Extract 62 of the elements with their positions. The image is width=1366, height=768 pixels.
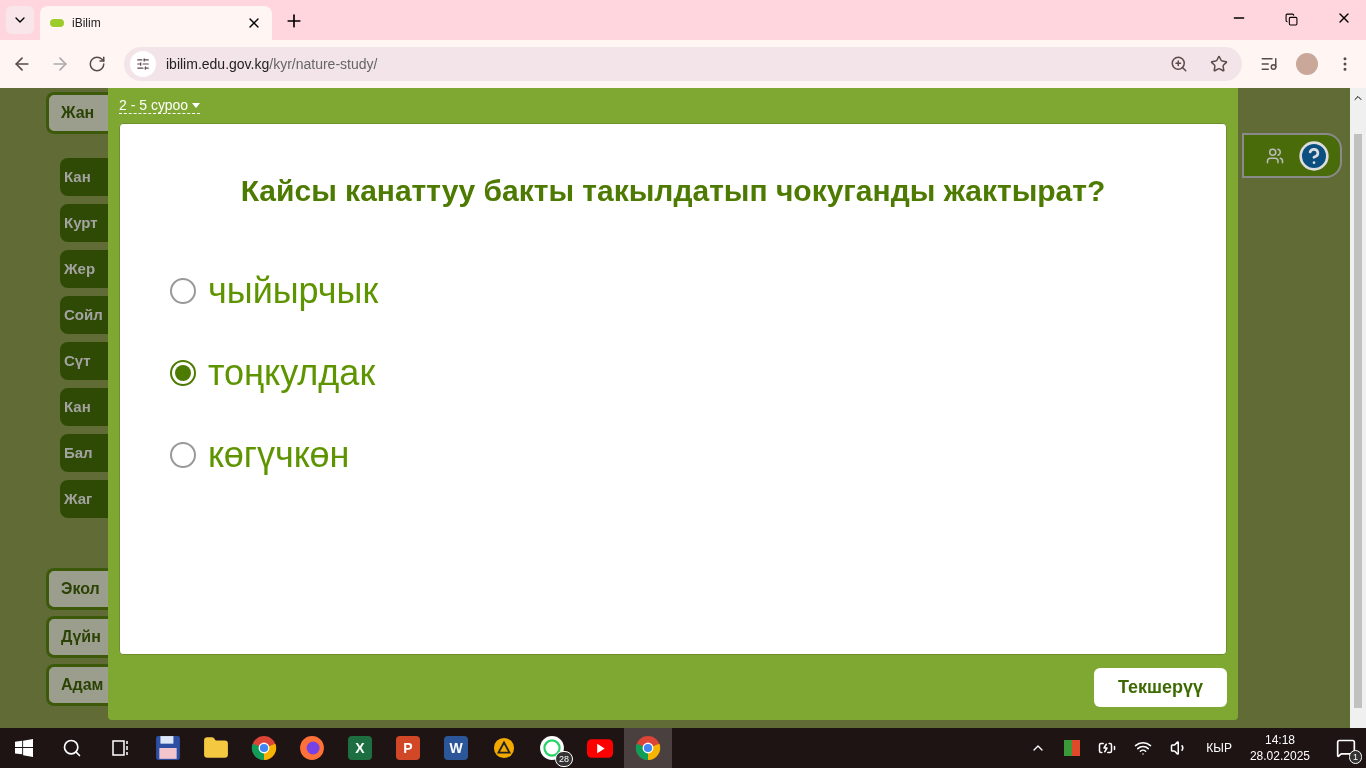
search-icon (62, 738, 82, 758)
radio-button[interactable] (170, 278, 196, 304)
caret-icon (192, 102, 201, 108)
play-logo-icon (587, 738, 613, 758)
topic-item[interactable]: Жан (46, 92, 108, 134)
restore-icon[interactable] (1285, 13, 1298, 26)
answer-option[interactable]: тоңкулдак (170, 353, 376, 393)
media-control-icon[interactable] (1260, 55, 1278, 73)
clock-time: 14:18 (1264, 732, 1295, 748)
radio-button[interactable] (170, 360, 196, 386)
wifi-icon[interactable] (1134, 739, 1153, 757)
taskbar-app[interactable]: 28 (528, 728, 576, 768)
check-button[interactable]: Текшерүү (1094, 668, 1227, 707)
subtopic-item[interactable]: Бал (60, 434, 108, 472)
topic-item[interactable]: Экол (46, 568, 108, 610)
office-app-icon: X (348, 736, 372, 760)
subtopic-item[interactable]: Кан (60, 158, 108, 196)
question-text: Кайсы канаттуу бакты такылдатып чокуганды жактырат? (239, 173, 1107, 209)
topic-item[interactable]: Дүйн (46, 616, 108, 658)
task-view-icon (110, 738, 130, 758)
taskbar-app[interactable]: W (432, 728, 480, 768)
address-bar[interactable]: ibilim.edu.gov.kg/kyr/nature-study/ (124, 47, 1242, 81)
windows-logo-icon (15, 739, 33, 757)
clock-date: 28.02.2025 (1249, 748, 1310, 764)
taskbar-app[interactable]: X (336, 728, 384, 768)
taskbar-app[interactable] (624, 728, 672, 768)
topic-item[interactable]: Адам (46, 664, 108, 706)
chrome-logo-icon (251, 735, 277, 761)
zoom-icon[interactable] (1170, 55, 1188, 73)
office-app-icon: W (444, 736, 468, 760)
site-favicon-icon (50, 19, 64, 27)
help-icon[interactable] (1298, 139, 1330, 172)
answer-option[interactable]: чыйырчык (170, 271, 379, 311)
notification-count: 1 (1349, 750, 1362, 764)
firefox-logo-icon (299, 735, 325, 761)
url-text: ibilim.edu.gov.kg/kyr/nature-study/ (166, 54, 379, 74)
clock[interactable]: 14:18 28.02.2025 (1249, 732, 1310, 764)
office-app-icon: P (396, 736, 420, 760)
question-selector[interactable]: 2 - 5 суроо (119, 97, 201, 114)
folder-icon (203, 735, 229, 761)
subtopic-item[interactable]: Сүт (60, 342, 108, 380)
scrollbar[interactable] (1350, 88, 1366, 728)
taskbar-app[interactable]: P (384, 728, 432, 768)
tab-title: iBilim (72, 15, 102, 32)
triangle-app-icon (493, 737, 515, 759)
subtopic-item[interactable]: Курт (60, 204, 108, 242)
browser-tab[interactable]: iBilim (40, 6, 272, 40)
subtopic-item[interactable]: Кан (60, 388, 108, 426)
chrome-logo-icon (635, 735, 661, 761)
notification-center-icon[interactable] (1336, 738, 1356, 758)
radio-button[interactable] (170, 442, 196, 468)
bookmark-star-icon[interactable] (1210, 55, 1228, 73)
subtopic-item[interactable]: Жаг (60, 480, 108, 518)
users-icon[interactable] (1266, 146, 1284, 165)
subtopic-item[interactable]: Жер (60, 250, 108, 288)
subtopic-item[interactable]: Сойл (60, 296, 108, 334)
tab-list-button[interactable] (6, 6, 34, 34)
answer-option[interactable]: көгүчкөн (170, 435, 350, 475)
reload-icon[interactable] (88, 55, 106, 73)
antivirus-tray-icon[interactable] (1064, 740, 1081, 756)
language-indicator[interactable]: КЫР (1206, 739, 1232, 757)
site-settings-icon[interactable] (136, 57, 150, 71)
